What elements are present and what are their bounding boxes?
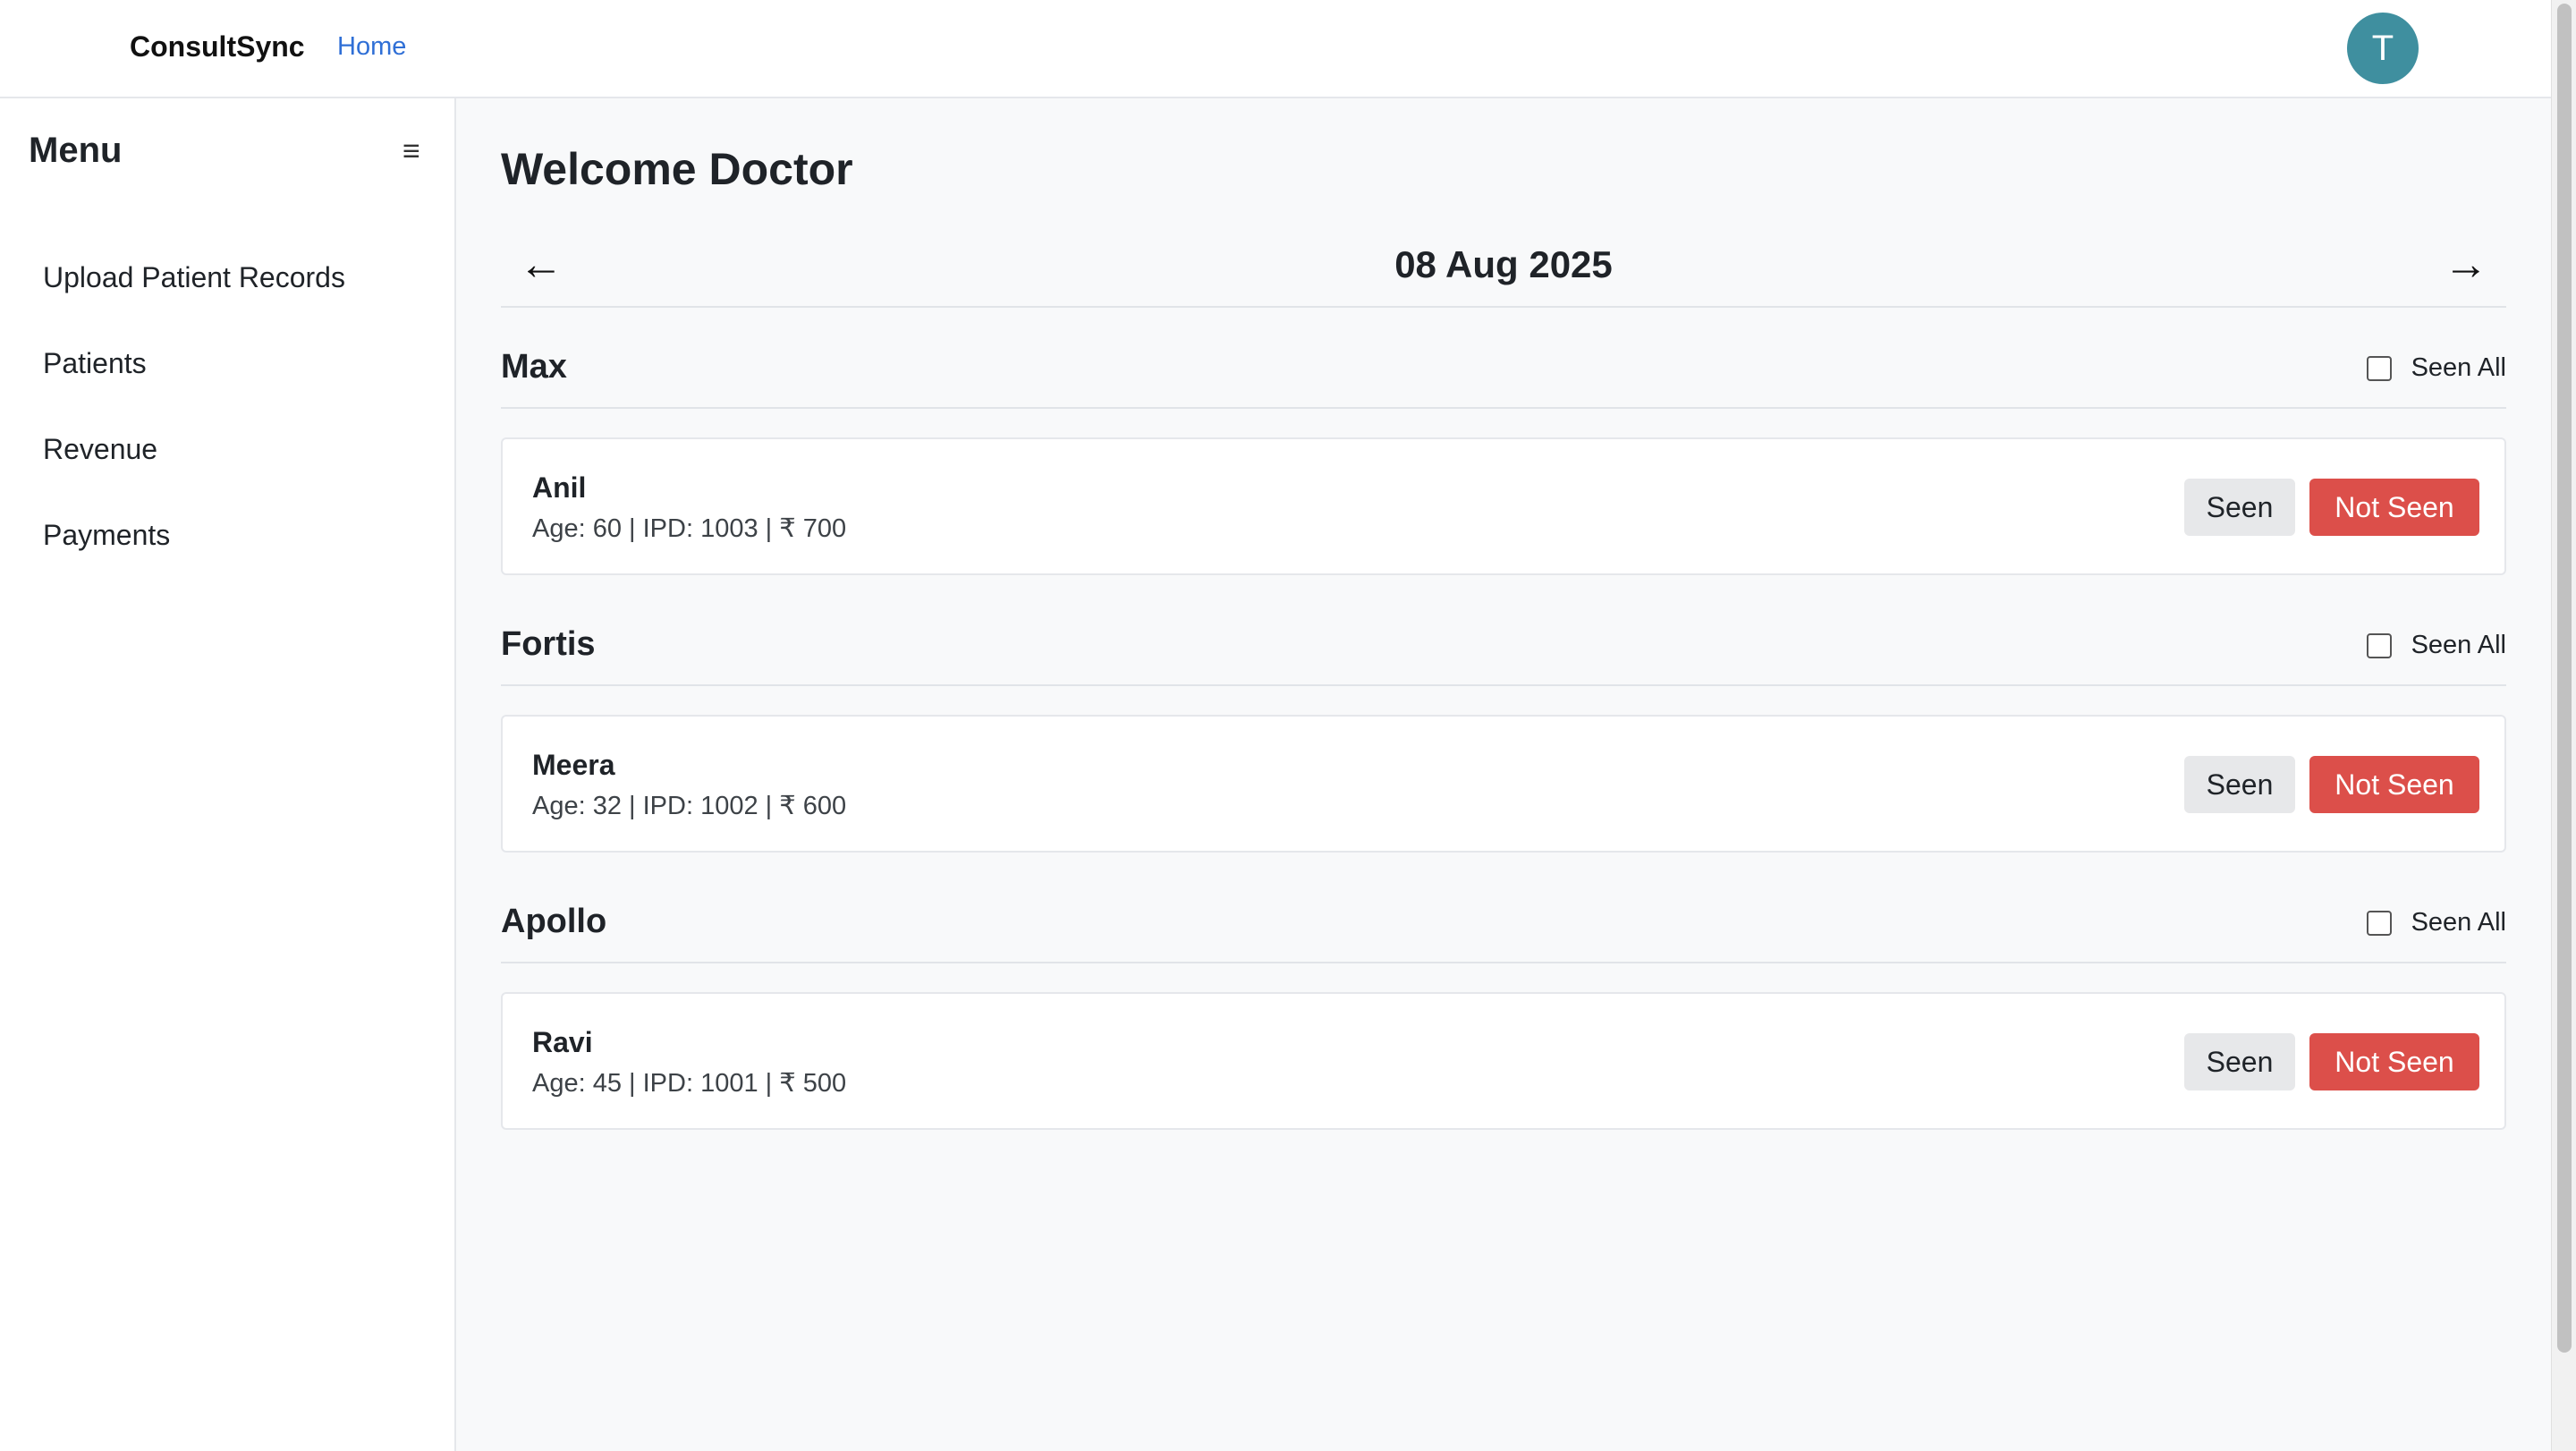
group-header: Fortis Seen All [501,622,2506,686]
hospital-name: Max [501,348,567,386]
page-title: Welcome Doctor [501,144,853,194]
patient-name: Meera [532,749,615,781]
seen-all-toggle[interactable]: Seen All [2366,631,2506,660]
seen-all-label: Seen All [2411,908,2506,937]
hospital-name: Apollo [501,903,607,940]
hospital-group-fortis: Fortis Seen All Meera Age: 32 | IPD: 100… [501,622,2506,853]
sidebar: Menu ≡ Upload Patient Records Patients R… [0,98,456,1451]
group-header: Max Seen All [501,344,2506,409]
arrow-right-icon[interactable]: → [2444,242,2488,286]
seen-button[interactable]: Seen [2184,756,2295,813]
patient-name: Ravi [532,1026,593,1058]
menu-title: Menu [29,131,123,170]
patient-card: Anil Age: 60 | IPD: 1003 | ₹ 700 Seen No… [501,437,2506,575]
vertical-scrollbar[interactable] [2551,0,2576,1451]
seen-all-toggle[interactable]: Seen All [2366,353,2506,383]
hospital-group-max: Max Seen All Anil Age: 60 | IPD: 1003 | … [501,344,2506,575]
patient-card: Meera Age: 32 | IPD: 1002 | ₹ 600 Seen N… [501,715,2506,853]
seen-all-label: Seen All [2411,353,2506,382]
sidebar-item-revenue[interactable]: Revenue [43,433,345,519]
current-date: 08 Aug 2025 [1394,243,1613,285]
seen-all-checkbox[interactable] [2366,355,2392,381]
not-seen-button[interactable]: Not Seen [2309,1033,2479,1090]
sidebar-item-patients[interactable]: Patients [43,347,345,433]
sidebar-item-payments[interactable]: Payments [43,519,345,605]
hospital-group-apollo: Apollo Seen All Ravi Age: 45 | IPD: 1001… [501,899,2506,1130]
seen-all-checkbox[interactable] [2366,910,2392,936]
patient-card: Ravi Age: 45 | IPD: 1001 | ₹ 500 Seen No… [501,992,2506,1130]
scrollbar-thumb[interactable] [2557,4,2572,1353]
sidebar-item-upload-patient-records[interactable]: Upload Patient Records [43,261,345,347]
seen-button[interactable]: Seen [2184,1033,2295,1090]
hospital-name: Fortis [501,625,596,663]
group-header: Apollo Seen All [501,899,2506,963]
not-seen-button[interactable]: Not Seen [2309,479,2479,536]
seen-all-label: Seen All [2411,631,2506,659]
not-seen-button[interactable]: Not Seen [2309,756,2479,813]
hamburger-menu-icon[interactable]: ≡ [402,136,420,166]
user-avatar[interactable]: T [2347,13,2419,84]
seen-all-toggle[interactable]: Seen All [2366,908,2506,938]
seen-button[interactable]: Seen [2184,479,2295,536]
patient-details: Age: 32 | IPD: 1002 | ₹ 600 [532,792,847,820]
sidebar-menu: Upload Patient Records Patients Revenue … [43,261,345,605]
patient-details: Age: 60 | IPD: 1003 | ₹ 700 [532,514,847,543]
patient-details: Age: 45 | IPD: 1001 | ₹ 500 [532,1069,847,1098]
top-navbar: ConsultSync Home T [0,0,2551,98]
home-link[interactable]: Home [337,32,406,62]
date-navigator: ← 08 Aug 2025 → [501,233,2506,308]
brand-logo[interactable]: ConsultSync [130,30,305,64]
seen-all-checkbox[interactable] [2366,632,2392,658]
patient-name: Anil [532,471,587,504]
